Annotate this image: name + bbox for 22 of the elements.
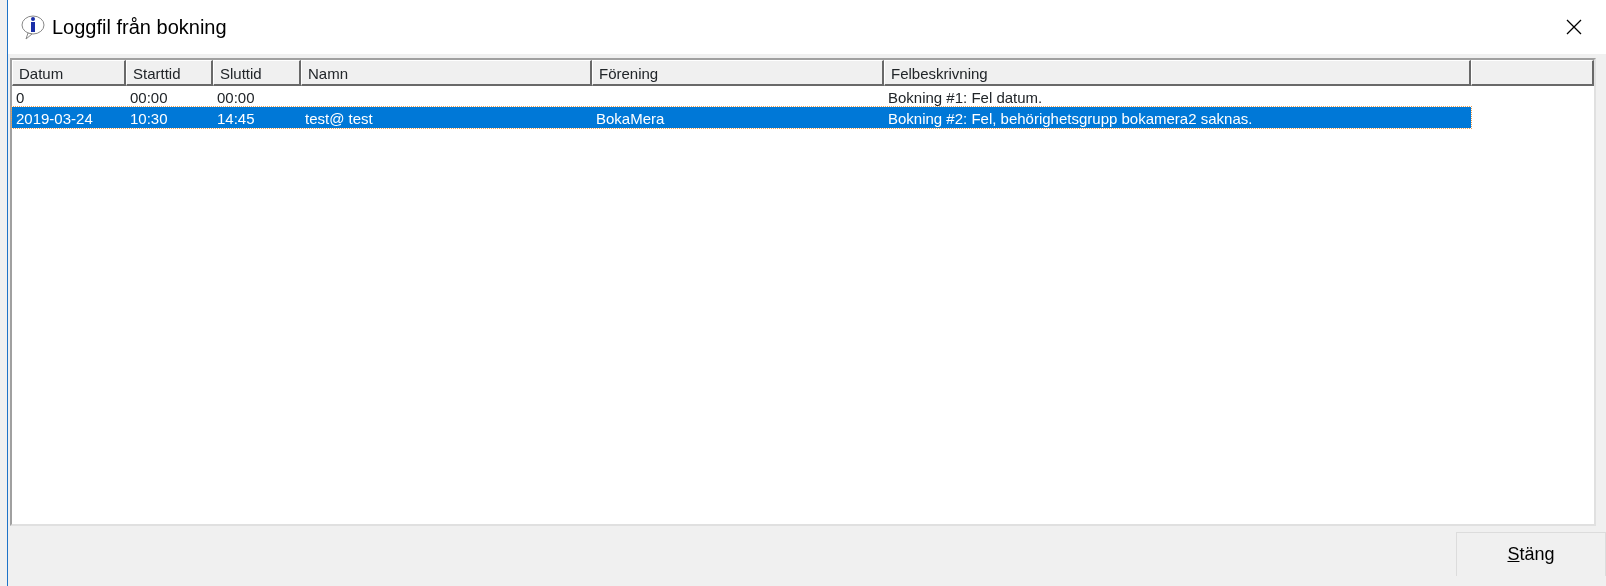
column-header[interactable]: Förening <box>592 60 884 86</box>
column-header[interactable]: Namn <box>301 60 592 86</box>
table-cell-text: Bokning #1: Fel datum. <box>887 88 1044 107</box>
table-cell-text: 2019-03-24 <box>15 109 94 128</box>
column-header[interactable]: Sluttid <box>213 60 301 86</box>
list-row[interactable]: 0 00:00 00:00 Bokning #1: Fel datum. <box>12 86 1471 107</box>
table-cell-text: test@ test <box>304 109 374 128</box>
info-icon <box>20 14 46 40</box>
table-cell-text: 00:00 <box>216 88 256 107</box>
table-cell-text: Bokning #2: Fel, behörighetsgrupp bokamera2 saknas. <box>887 109 1254 128</box>
list-row[interactable]: 2019-03-24 10:30 14:45 test@ test BokaMera Bokning #2: Fel, behörighetsgrupp bokamera2 saknas. <box>12 107 1471 128</box>
close-icon <box>1566 19 1582 35</box>
column-header[interactable]: Felbeskrivning <box>884 60 1471 86</box>
column-header[interactable]: Datum <box>12 60 126 86</box>
table-cell-text: 0 <box>15 88 26 107</box>
table-cell-text: 00:00 <box>129 88 169 107</box>
close-button[interactable]: Stäng <box>1456 532 1606 576</box>
table-cell-text: 14:45 <box>216 109 256 128</box>
column-header[interactable]: Starttid <box>126 60 213 86</box>
table-cell-text: BokaMera <box>595 109 666 128</box>
table-cell-text: 10:30 <box>129 109 169 128</box>
window-title: Loggfil från bokning <box>52 15 227 40</box>
